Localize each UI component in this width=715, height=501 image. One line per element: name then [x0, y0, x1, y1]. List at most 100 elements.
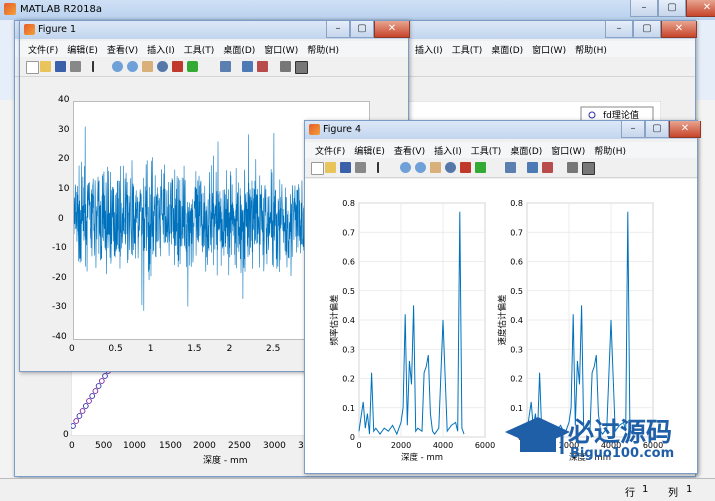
zoom-out-icon[interactable]	[127, 61, 138, 72]
fig4-left-ytick: 0.2	[342, 375, 355, 384]
zoom-in-icon[interactable]	[112, 61, 123, 72]
colorbar-icon[interactable]	[527, 162, 538, 173]
bg-ytick: 0	[63, 430, 69, 440]
fig4-menu-insert[interactable]: 插入(I)	[434, 142, 462, 158]
fig1-ytick: 20	[58, 154, 70, 165]
bg-menu-desktop[interactable]: 桌面(D)	[491, 41, 523, 57]
fig1-menu-help[interactable]: 帮助(H)	[307, 41, 339, 57]
fig4-left-ytick: 0.6	[342, 258, 355, 267]
bg-xtick: 500	[95, 441, 113, 451]
figure-icon	[309, 124, 320, 135]
new-figure-icon[interactable]	[311, 162, 324, 175]
fig4-left-ytick: 0.3	[342, 345, 355, 354]
bg-menu-tools[interactable]: 工具(T)	[452, 41, 483, 57]
fig1-menu-desktop[interactable]: 桌面(D)	[223, 41, 255, 57]
status-col-label: 列	[668, 488, 678, 499]
graduation-cap-icon	[505, 417, 570, 454]
fig1-xtick: 0	[69, 344, 75, 354]
fig1-xtick: 2.5	[266, 344, 281, 354]
fig4-right-ytick: 0.2	[510, 375, 523, 384]
fig1-xtick: 1	[147, 344, 154, 354]
fig4-right-ytick: 0.3	[510, 345, 523, 354]
status-col-value: 1	[686, 484, 693, 495]
datatip-icon[interactable]	[460, 162, 471, 173]
print-icon[interactable]	[355, 162, 366, 173]
pointer-icon[interactable]	[377, 162, 385, 173]
datatip-icon[interactable]	[172, 61, 183, 72]
fig4-right-ylabel: 速度估计偏差	[497, 294, 508, 345]
link-plot-icon[interactable]	[220, 61, 231, 72]
fig4-left-ytick: 0	[350, 433, 355, 442]
fig4-right-ytick: 0.7	[510, 228, 523, 237]
fig4-left-xlabel: 深度 - mm	[401, 452, 443, 463]
show-tools-icon[interactable]	[295, 61, 308, 74]
open-icon[interactable]	[325, 162, 336, 173]
fig4-menu-file[interactable]: 文件(F)	[315, 142, 345, 158]
colorbar-icon[interactable]	[242, 61, 253, 72]
desktop-right-panel	[696, 100, 715, 480]
pan-icon[interactable]	[430, 162, 441, 173]
fig4-minimize-button[interactable]: –	[621, 121, 645, 138]
save-icon[interactable]	[55, 61, 66, 72]
hide-tools-icon[interactable]	[280, 61, 291, 72]
show-tools-icon[interactable]	[582, 162, 595, 175]
bg-menu-help[interactable]: 帮助(H)	[575, 41, 607, 57]
fig1-xtick: 0.5	[108, 344, 123, 354]
fig4-menu-help[interactable]: 帮助(H)	[594, 142, 626, 158]
bg-menu-insert[interactable]: 插入(I)	[415, 41, 443, 57]
bg-menu-window[interactable]: 窗口(W)	[532, 41, 566, 57]
fig4-right-ytick: 0.6	[510, 258, 523, 267]
fig1-close-button[interactable]: ✕	[374, 21, 410, 38]
main-window-title: MATLAB R2018a	[20, 4, 103, 15]
save-icon[interactable]	[340, 162, 351, 173]
brush-icon[interactable]	[475, 162, 486, 173]
fig1-ytick: 30	[58, 124, 70, 135]
minimize-button[interactable]: –	[630, 0, 658, 17]
bg-xtick: 3000	[263, 441, 286, 451]
open-icon[interactable]	[40, 61, 51, 72]
bg-xtick: 2500	[228, 441, 251, 451]
figure1-title: Figure 1	[38, 24, 77, 35]
pan-icon[interactable]	[142, 61, 153, 72]
legend-icon[interactable]	[542, 162, 553, 173]
fig4-menu-desktop[interactable]: 桌面(D)	[510, 142, 542, 158]
fig4-menu-tools[interactable]: 工具(T)	[471, 142, 502, 158]
close-button[interactable]: ✕	[686, 0, 715, 17]
hide-tools-icon[interactable]	[567, 162, 578, 173]
fig1-xtick: 2	[226, 344, 233, 354]
fig4-menu-view[interactable]: 查看(V)	[394, 142, 425, 158]
brush-icon[interactable]	[187, 61, 198, 72]
rotate-icon[interactable]	[157, 61, 168, 72]
bg-maximize-button[interactable]: ▢	[633, 21, 661, 38]
fig1-menu-window[interactable]: 窗口(W)	[264, 41, 298, 57]
print-icon[interactable]	[70, 61, 81, 72]
fig1-toolbar	[20, 58, 408, 77]
fig1-maximize-button[interactable]: ▢	[350, 21, 374, 38]
pointer-icon[interactable]	[92, 61, 100, 72]
fig1-minimize-button[interactable]: –	[326, 21, 350, 38]
status-row-label: 行	[625, 488, 635, 499]
fig4-left-ytick: 0.8	[342, 199, 355, 208]
fig4-maximize-button[interactable]: ▢	[645, 121, 669, 138]
zoom-out-icon[interactable]	[415, 162, 426, 173]
fig4-close-button[interactable]: ✕	[669, 121, 701, 138]
fig1-menu-edit[interactable]: 编辑(E)	[67, 41, 98, 57]
legend-icon[interactable]	[257, 61, 268, 72]
fig4-menu-edit[interactable]: 编辑(E)	[354, 142, 385, 158]
figure4-titlebar: Figure 4 – ▢ ✕	[305, 121, 701, 139]
bg-minimize-button[interactable]: –	[605, 21, 633, 38]
fig1-menu-insert[interactable]: 插入(I)	[147, 41, 175, 57]
fig4-left-xtick: 6000	[475, 441, 495, 450]
maximize-button[interactable]: ▢	[658, 0, 686, 17]
new-figure-icon[interactable]	[26, 61, 39, 74]
fig1-menu-tools[interactable]: 工具(T)	[184, 41, 215, 57]
zoom-in-icon[interactable]	[400, 162, 411, 173]
rotate-icon[interactable]	[445, 162, 456, 173]
fig4-menu-window[interactable]: 窗口(W)	[551, 142, 585, 158]
fig1-xtick: 1.5	[187, 344, 202, 354]
link-plot-icon[interactable]	[505, 162, 516, 173]
bg-close-button[interactable]: ✕	[661, 21, 697, 38]
fig1-menu-view[interactable]: 查看(V)	[107, 41, 138, 57]
fig1-menu-file[interactable]: 文件(F)	[28, 41, 58, 57]
watermark-url: Biguo100.com	[570, 446, 675, 461]
